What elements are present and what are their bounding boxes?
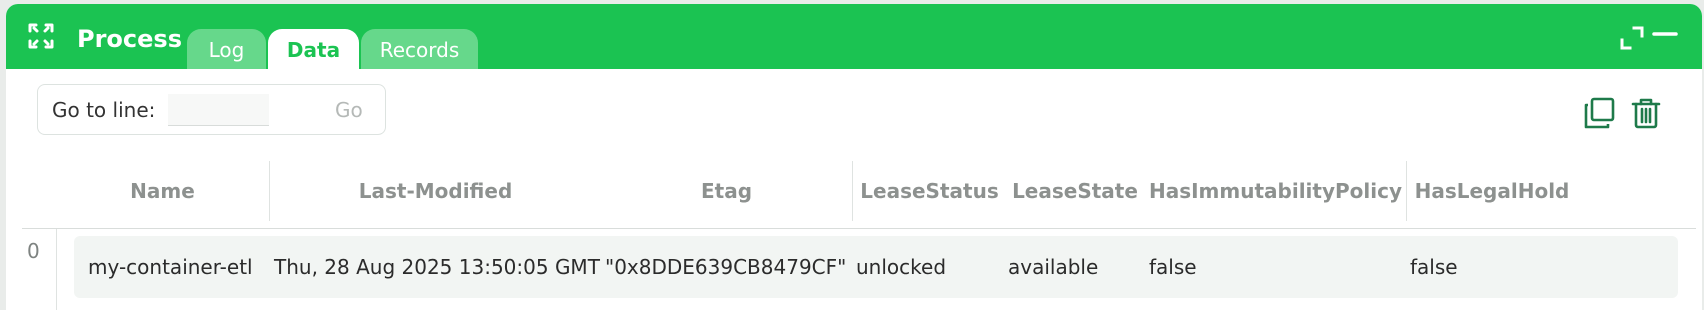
cell-name: my-container-etl — [88, 255, 253, 279]
column-header-lease-status[interactable]: LeaseStatus — [854, 161, 1005, 221]
row-index: 0 — [27, 239, 40, 263]
trash-icon[interactable] — [1629, 96, 1663, 130]
row-index-divider — [56, 229, 57, 310]
column-header-has-legal-hold[interactable]: HasLegalHold — [1407, 161, 1577, 221]
process-icon — [28, 23, 54, 49]
expand-icon[interactable] — [1618, 24, 1646, 52]
cell-lease-status: unlocked — [856, 255, 947, 279]
copy-icon[interactable] — [1582, 96, 1616, 130]
column-header-etag[interactable]: Etag — [601, 161, 852, 221]
header-divider — [22, 228, 1696, 229]
goto-button[interactable]: Go — [335, 98, 363, 122]
goto-line-label: Go to line: — [52, 98, 156, 122]
cell-last-modified: Thu, 28 Aug 2025 13:50:05 GMT — [274, 255, 600, 279]
column-header-has-immutability-policy[interactable]: HasImmutabilityPolicy — [1145, 161, 1406, 221]
tab-log[interactable]: Log — [187, 29, 266, 69]
tab-data[interactable]: Data — [268, 29, 359, 69]
goto-line-input[interactable] — [168, 94, 269, 126]
data-table: Name Last-Modified Etag LeaseStatus Leas… — [22, 161, 1696, 310]
panel-header: Process Log Data Records — [6, 4, 1702, 69]
cell-lease-state: available — [1008, 255, 1099, 279]
column-header-last-modified[interactable]: Last-Modified — [270, 161, 601, 221]
cell-has-legal-hold: false — [1410, 255, 1458, 279]
tab-records[interactable]: Records — [361, 29, 478, 69]
column-header-name[interactable]: Name — [56, 161, 269, 221]
table-row[interactable]: my-container-etl Thu, 28 Aug 2025 13:50:… — [74, 236, 1678, 298]
goto-line-box: Go to line: Go — [37, 84, 386, 135]
cell-etag: "0x8DDE639CB8479CF" — [605, 255, 847, 279]
cell-has-immutability-policy: false — [1149, 255, 1197, 279]
minimize-icon[interactable] — [1651, 24, 1679, 52]
process-panel: Process Log Data Records Go to line: Go … — [6, 4, 1702, 310]
column-header-lease-state[interactable]: LeaseState — [1005, 161, 1145, 221]
panel-title: Process — [77, 25, 182, 53]
